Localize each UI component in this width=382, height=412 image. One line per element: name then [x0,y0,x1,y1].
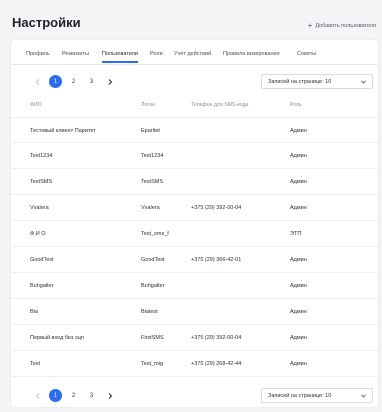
cell-role: Админ [290,361,307,367]
cell-name: Test1234 [30,153,53,159]
tab-requisites[interactable]: Реквизиты [62,51,89,57]
cell-phone: +375 (29) 268-42-44 [191,361,242,367]
per-page-value: Записей на странице: 10 [268,78,332,85]
cell-name: GoodTest [30,257,54,263]
prev-page-button[interactable] [31,75,44,88]
cell-phone: +375 (29) 392-00-04 [191,335,242,341]
page-title: Настройки [12,15,81,30]
plus-icon: + [307,21,313,30]
table-row[interactable]: Bia Biatest Админ [11,299,378,325]
next-page-button[interactable] [103,389,116,402]
cell-phone: +375 (29) 366-42-01 [191,257,242,263]
table-row[interactable]: Test Test_mig +375 (29) 268-42-44 Админ [11,351,378,377]
add-user-label: Добавить пользователя [315,23,376,29]
chevron-left-icon [35,78,39,85]
chevron-left-icon [35,392,39,399]
chevron-down-icon [361,394,366,398]
tab-bar: Профиль Реквизиты Пользователи Роли Учёт… [11,48,378,65]
per-page-value: Записей на странице: 10 [268,392,332,399]
table-header: ФИО Логин Телефон для SMS-кода Роль [11,102,378,112]
pagination-top: 1 2 3 [31,75,121,88]
table-row[interactable]: Test1234 Test1234 Админ [11,143,378,169]
chevron-down-icon [361,80,366,84]
page-button-1[interactable]: 1 [49,389,62,402]
add-user-button[interactable]: + Добавить пользователя [308,22,376,30]
cell-name: Первый вход без эцп [30,335,84,341]
pagination-bottom: 1 2 3 [31,389,121,402]
tab-activity-log[interactable]: Учёт действий [174,51,211,57]
cell-login: Vvalera [141,205,160,211]
table-row[interactable]: Vvalera Vvalera +375 (29) 392-00-04 Адми… [11,195,378,221]
cell-login: Eparitet [141,128,160,134]
page-button-3[interactable]: 3 [85,75,98,88]
cell-phone: +375 (29) 392-00-04 [191,205,242,211]
tab-profile[interactable]: Профиль [26,51,50,57]
cell-login: FirstSMS [141,335,164,341]
per-page-select[interactable]: Записей на странице: 10 [261,388,373,403]
tab-roles[interactable]: Роли [150,51,163,57]
cell-name: Test [30,361,41,367]
cell-role: Админ [290,128,307,134]
prev-page-button[interactable] [31,389,44,402]
page-button-3[interactable]: 3 [85,389,98,402]
cell-name: Тестовый клиент Паритет [30,128,96,134]
cell-role: Админ [290,153,307,159]
table-row[interactable]: Первый вход без эцп FirstSMS +375 (29) 3… [11,325,378,351]
column-header-phone[interactable]: Телефон для SMS-кода [191,102,248,108]
chevron-right-icon [108,78,112,85]
cell-name: Vvalera [30,205,49,211]
cell-name: TestSMS [30,179,53,185]
cell-login: GoodTest [141,257,165,263]
next-page-button[interactable] [103,75,116,88]
cell-login: Test_mig [141,361,164,367]
page-button-2[interactable]: 2 [67,389,80,402]
cell-role: ЭТП [290,231,302,237]
column-header-login[interactable]: Логин [141,102,155,108]
cell-role: Админ [290,309,307,315]
cell-name: Ф И О [30,231,46,237]
tab-users[interactable]: Пользователи [102,51,138,63]
cell-role: Админ [290,179,307,185]
column-header-role[interactable]: Роль [290,102,302,108]
cell-login: Biatest [141,309,158,315]
table-row[interactable]: Buhgalter Buhgalter Админ [11,273,378,299]
tab-approval-rules[interactable]: Правила визирования [223,51,280,57]
cell-name: Buhgalter [30,283,54,289]
cell-role: Админ [290,335,307,341]
cell-login: Test_sms_f [141,231,169,237]
cell-login: Test1234 [141,153,164,159]
page-button-1[interactable]: 1 [49,75,62,88]
table-row[interactable]: Ф И О Test_sms_f ЭТП [11,221,378,247]
column-header-name[interactable]: ФИО [30,102,42,108]
cell-name: Bia [30,309,38,315]
chevron-right-icon [108,392,112,399]
table-row[interactable]: GoodTest GoodTest +375 (29) 366-42-01 Ад… [11,247,378,273]
table-row[interactable]: Тестовый клиент Паритет Eparitet Админ [11,117,378,143]
cell-role: Админ [290,257,307,263]
cell-login: Buhgalter [141,283,165,289]
per-page-select[interactable]: Записей на странице: 10 [261,74,373,89]
tab-tips[interactable]: Советы [297,51,316,57]
table-row[interactable]: TestSMS TestSMS Админ [11,169,378,195]
cell-role: Админ [290,283,307,289]
cell-login: TestSMS [141,179,164,185]
page-button-2[interactable]: 2 [67,75,80,88]
cell-role: Админ [290,205,307,211]
settings-card: Профиль Реквизиты Пользователи Роли Учёт… [11,40,378,407]
